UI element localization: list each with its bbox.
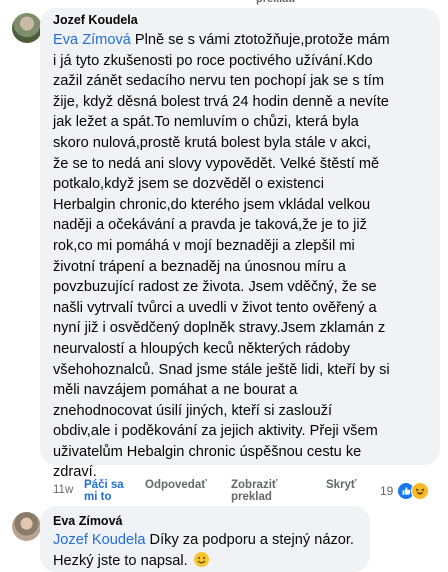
comment-timestamp[interactable]: 11w bbox=[53, 484, 73, 496]
comment-line: naději a očekávání a pravda je taková,že… bbox=[53, 217, 367, 234]
comment-line: neurvalostí a hloupých keců některých rá… bbox=[53, 340, 350, 357]
translate-label-line: Zobraziť bbox=[231, 479, 278, 491]
comment-line: jak ležet a spát.To nemluvím o chůzi, kt… bbox=[53, 114, 359, 131]
translate-label-line: preklad bbox=[231, 491, 272, 503]
comment-line: obdiv,ale i poděkování za jejich aktivit… bbox=[53, 423, 378, 440]
haha-icon bbox=[411, 482, 429, 500]
avatar[interactable] bbox=[12, 512, 41, 541]
like-label-line: Páči sa bbox=[84, 479, 124, 491]
reply-button[interactable]: Odpovedať bbox=[145, 479, 207, 491]
comment-line: skoro nulová,prostě krutá bolest byla st… bbox=[53, 134, 371, 151]
comment-line: uživatelům Hebalgin chronic úspěšnou ces… bbox=[53, 443, 362, 460]
avatar[interactable] bbox=[12, 13, 42, 43]
reply-text: Jozef Koudela Díky za podporu a stejný n… bbox=[53, 530, 354, 571]
comment-author[interactable]: Jozef Koudela bbox=[53, 12, 138, 28]
reactions-summary[interactable]: 19 bbox=[370, 482, 436, 500]
comment-line: rok,co mi pomáhá v mojí beznaději a zlep… bbox=[53, 237, 355, 254]
like-label-line: mi to bbox=[84, 491, 112, 503]
comment-line: nyní již i osvědčený doplněk stravy.Jsem… bbox=[53, 320, 386, 337]
comment-line: našli vytrvalí tvůrci a uvedli v život t… bbox=[53, 299, 377, 316]
comment-line: žije, když děsná bolest trvá 24 hodin de… bbox=[53, 93, 389, 110]
like-button[interactable]: Páči sa mi to bbox=[84, 479, 124, 503]
comment-text: Eva Zímová Plně se s vámi ztotožňuje,pro… bbox=[53, 30, 390, 483]
hide-button[interactable]: Skryť bbox=[326, 479, 356, 491]
reply-text-segment: Díky za podporu a stejný názor. bbox=[145, 532, 354, 548]
mention-link[interactable]: Jozef Koudela bbox=[53, 532, 146, 548]
comment-first-line: Eva Zímová Plně se s vámi ztotožňuje,pro… bbox=[53, 30, 390, 51]
reply-second-line: Hezký jste to napsal. bbox=[53, 551, 354, 572]
mention-link[interactable]: Eva Zímová bbox=[53, 32, 131, 48]
smile-emoji-icon bbox=[193, 551, 209, 567]
comment-line: měli navzájem pomáhat a ne bourat a bbox=[53, 382, 298, 399]
comment-line: že se to nedá ani slovy vypovědět. Velké… bbox=[53, 155, 380, 172]
comment-line: potkalo,když jsem se dozvěděl o existenc… bbox=[53, 176, 324, 193]
previous-translate-fragment: preklad bbox=[256, 0, 295, 5]
comment-text-segment: Plně se s vámi ztotožňuje,protože mám bbox=[130, 32, 390, 48]
comment-line: zažil zánět sedacího nervu ten pochopí j… bbox=[53, 73, 384, 90]
comment-line: povzbuzující radost ze života. Jsem vděč… bbox=[53, 279, 377, 296]
reply-first-line: Jozef Koudela Díky za podporu a stejný n… bbox=[53, 530, 354, 551]
reaction-count: 19 bbox=[380, 484, 394, 498]
reply-author[interactable]: Eva Zímová bbox=[53, 513, 122, 529]
comment-line: všehohoznalců. Snad jsme stále ještě lid… bbox=[53, 361, 390, 378]
comment-line: i já tyto zkušenosti po roce poctivého u… bbox=[53, 52, 373, 69]
reply-text-segment: Hezký jste to napsal. bbox=[53, 552, 188, 569]
comment-line: Herbalgin chronic,do kterého jsem vkláda… bbox=[53, 196, 371, 213]
comment-line: znehodnocovat úsilí jiných, kteří si zas… bbox=[53, 402, 333, 419]
translate-button[interactable]: Zobraziť preklad bbox=[231, 479, 277, 503]
comment-line: životní trápení a beznaděj na únosnou mí… bbox=[53, 258, 346, 275]
